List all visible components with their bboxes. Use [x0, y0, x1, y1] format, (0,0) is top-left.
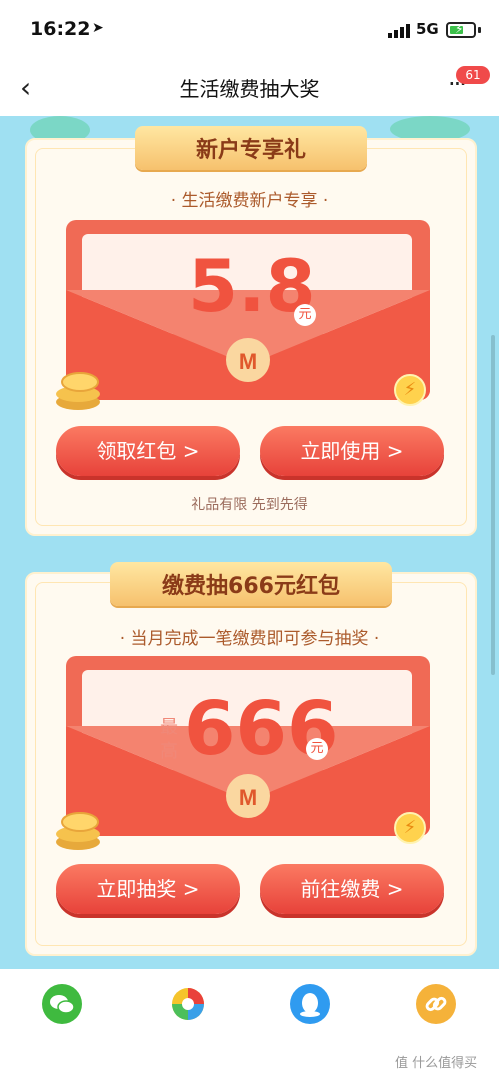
go-pay-button[interactable]: 前往缴费 >: [260, 864, 444, 914]
use-now-button[interactable]: 立即使用 >: [260, 426, 444, 476]
coin-stack-icon: [56, 812, 100, 850]
svg-text:M: M: [239, 785, 257, 810]
limited-note: 礼品有限 先到先得: [191, 497, 308, 513]
charging-icon: ⚡: [455, 22, 464, 36]
max-prefix: 最高: [160, 717, 178, 762]
moments-icon[interactable]: [168, 984, 208, 1024]
newuser-ribbon: 新户专享礼: [135, 126, 367, 170]
page-title: 生活缴费抽大奖: [179, 77, 320, 101]
newuser-subtitle: · 生活缴费新户专享 ·: [170, 191, 329, 211]
notification-badge: 61: [456, 66, 490, 84]
lottery-ribbon: 缴费抽666元红包: [110, 562, 392, 606]
claim-redpacket-button[interactable]: 领取红包 >: [56, 426, 240, 476]
watermark: 值 什么值得买: [395, 1056, 478, 1071]
flash-icon: ⚡: [394, 374, 426, 406]
coin-stack-icon: [56, 372, 100, 410]
link-icon[interactable]: [416, 984, 456, 1024]
signal-icon: [388, 24, 410, 38]
main-content[interactable]: 新户专享礼 · 生活缴费新户专享 · M 5.8 元 ⚡ 领取红包 > 立即使用…: [0, 116, 499, 969]
svg-text:M: M: [239, 349, 257, 374]
battery-cap: [478, 27, 481, 33]
flash-icon: ⚡: [394, 812, 426, 844]
yuan-unit: 元: [306, 738, 328, 760]
yuan-unit: 元: [294, 304, 316, 326]
lottery-subtitle: · 当月完成一笔缴费即可参与抽奖 ·: [119, 629, 380, 649]
wechat-icon[interactable]: [42, 984, 82, 1024]
draw-now-button[interactable]: 立即抽奖 >: [56, 864, 240, 914]
scrollbar[interactable]: [491, 335, 495, 675]
status-time: 16:22: [30, 18, 91, 40]
qq-icon[interactable]: [290, 984, 330, 1024]
location-arrow-icon: ➤: [92, 20, 104, 36]
network-label: 5G: [416, 20, 439, 38]
